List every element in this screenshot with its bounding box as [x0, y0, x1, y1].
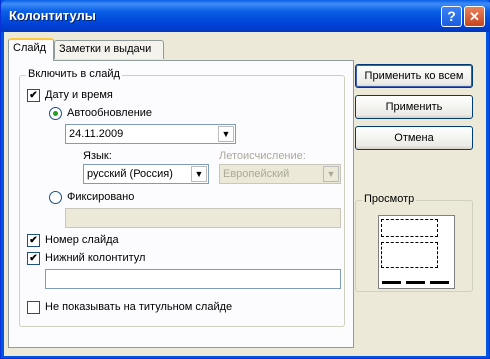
preview-group: Просмотр: [355, 193, 473, 292]
footer-mark: [406, 281, 425, 284]
slide-tab-panel: Включить в слайд Дату и время Автообновл…: [8, 60, 354, 348]
dialog-client: Слайд Заметки и выдачи Включить в слайд …: [4, 32, 486, 356]
slide-preview: [378, 215, 455, 289]
cancel-button[interactable]: Отмена: [355, 126, 473, 150]
apply-button[interactable]: Применить: [355, 95, 473, 119]
chevron-down-icon[interactable]: ▼: [191, 166, 207, 182]
language-label: Язык:: [83, 150, 112, 162]
auto-update-label: Автообновление: [67, 107, 153, 119]
chevron-down-icon[interactable]: ▼: [218, 126, 234, 142]
fixed-text-field: [65, 208, 341, 228]
tab-slide[interactable]: Слайд: [8, 38, 54, 61]
body-placeholder-preview: [381, 242, 438, 268]
footer-checkbox[interactable]: [27, 252, 40, 265]
date-format-combo[interactable]: 24.11.2009 ▼: [65, 124, 236, 144]
slide-number-label: Номер слайда: [45, 234, 119, 246]
fixed-radio[interactable]: [49, 191, 62, 204]
date-time-checkbox[interactable]: [27, 89, 40, 102]
preview-label: Просмотр: [362, 193, 417, 205]
footer-label: Нижний колонтитул: [45, 252, 146, 264]
title-bar[interactable]: Колонтитулы ? ✕: [1, 0, 490, 32]
calendar-combo: Европейский ▼: [219, 164, 341, 184]
date-footer-mark: [382, 281, 401, 284]
calendar-value: Европейский: [223, 168, 290, 180]
hide-on-title-label: Не показывать на титульном слайде: [45, 301, 233, 313]
date-time-label: Дату и время: [45, 89, 113, 101]
close-button[interactable]: ✕: [464, 6, 485, 27]
language-value: русский (Россия): [87, 168, 173, 180]
slide-number-checkbox[interactable]: [27, 234, 40, 247]
language-combo[interactable]: русский (Россия) ▼: [83, 164, 209, 184]
dialog-window: Колонтитулы ? ✕ Слайд Заметки и выдачи В…: [0, 0, 490, 359]
include-group-label: Включить в слайд: [26, 68, 122, 80]
window-title: Колонтитулы: [9, 8, 96, 23]
fixed-label: Фиксировано: [67, 191, 135, 203]
chevron-down-icon: ▼: [323, 166, 339, 182]
footer-text-field[interactable]: [45, 269, 341, 289]
slide-number-mark: [430, 281, 449, 284]
help-button[interactable]: ?: [441, 6, 462, 27]
title-placeholder-preview: [381, 219, 438, 237]
auto-update-radio[interactable]: [49, 107, 62, 120]
date-format-value: 24.11.2009: [69, 128, 124, 140]
apply-all-button[interactable]: Применить ко всем: [355, 64, 473, 88]
calendar-label: Летоисчисление:: [219, 150, 306, 162]
hide-on-title-checkbox[interactable]: [27, 301, 40, 314]
tab-notes-handouts[interactable]: Заметки и выдачи: [54, 40, 164, 59]
